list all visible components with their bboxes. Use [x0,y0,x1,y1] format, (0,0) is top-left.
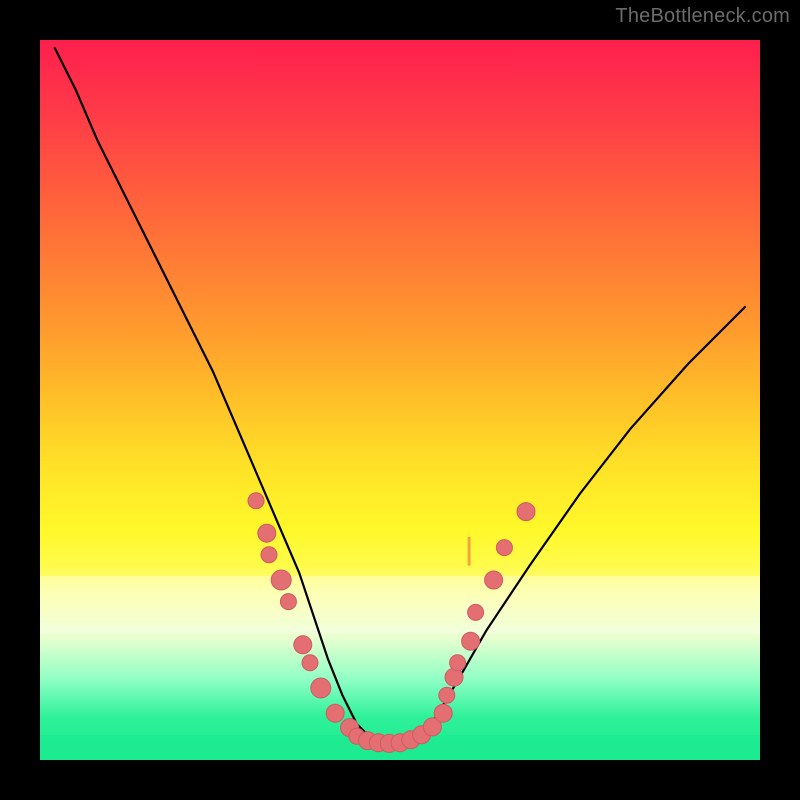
watermark-text: TheBottleneck.com [615,5,790,28]
data-marker [439,687,455,703]
data-marker [462,632,480,650]
data-marker [294,636,312,654]
data-marker [434,704,452,722]
data-marker [496,540,512,556]
data-marker [485,571,503,589]
data-marker [258,524,276,542]
data-marker [468,604,484,620]
data-marker [280,594,296,610]
chart-frame: TheBottleneck.com [0,0,800,800]
data-marker [302,655,318,671]
chart-svg [40,40,760,760]
data-marker [261,547,277,563]
bottleneck-curve-path [54,47,745,745]
data-marker [326,704,344,722]
data-marker [311,678,331,698]
data-marker [517,503,535,521]
data-marker [450,655,466,671]
data-marker [248,493,264,509]
plot-area [40,40,760,760]
data-marker [271,570,291,590]
data-marker [445,668,463,686]
